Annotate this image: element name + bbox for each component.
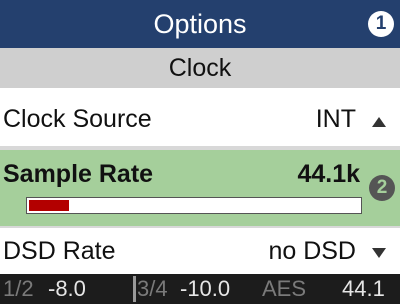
dsd-rate-value: no DSD <box>268 237 356 265</box>
section-title: Clock <box>0 48 400 88</box>
sample-rate-level-bar <box>26 197 362 214</box>
sample-rate-row[interactable]: Sample Rate 44.1k 2 <box>0 150 400 226</box>
meter-status-bar: 1/2 -8.0 3/4 -10.0 AES 44.1 <box>0 274 400 304</box>
arrow-down-icon[interactable] <box>372 248 386 258</box>
page-title: Options <box>153 9 247 39</box>
options-screen: Options 1 Clock Clock Source INT Sample … <box>0 0 400 304</box>
aes-label: AES <box>262 276 307 301</box>
level-bar-fill <box>29 200 69 211</box>
dsd-rate-row[interactable]: DSD Rate no DSD <box>0 228 400 274</box>
clock-source-label: Clock Source <box>3 105 152 133</box>
dsd-rate-label: DSD Rate <box>3 237 116 265</box>
meter-divider <box>133 276 136 302</box>
clock-source-row[interactable]: Clock Source INT <box>0 88 400 146</box>
channel-3-4-label: 3/4 <box>137 276 168 301</box>
sample-rate-label: Sample Rate <box>3 160 154 188</box>
arrow-up-icon[interactable] <box>372 117 386 127</box>
title-bar: Options 1 <box>0 0 400 48</box>
channel-1-2-label: 1/2 <box>3 276 34 301</box>
sample-rate-value: 44.1k <box>297 160 360 188</box>
aes-rate: 44.1 <box>342 276 385 301</box>
step-1-badge: 1 <box>368 11 394 37</box>
channel-1-2-level: -8.0 <box>48 276 86 301</box>
step-2-badge: 2 <box>369 175 395 201</box>
clock-source-value: INT <box>315 105 356 133</box>
channel-3-4-level: -10.0 <box>180 276 231 301</box>
